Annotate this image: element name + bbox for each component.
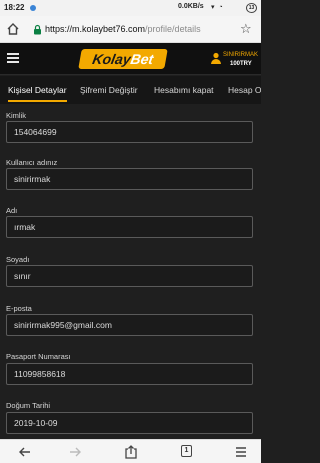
birth-date-field[interactable]: 2019-10-09 [6,412,253,434]
hamburger-menu-icon[interactable] [7,53,19,63]
home-icon[interactable] [6,22,20,36]
tab-account[interactable]: Hesap Ol [228,76,261,104]
last-name-field[interactable]: sınır [6,265,253,287]
tab-change-password[interactable]: Şifremi Değiştir [80,76,138,104]
field-label-passport: Pasaport Numarası [6,352,71,361]
logo-kolay: Kolay [91,51,133,67]
passport-field[interactable]: 11099858618 [6,363,253,385]
tab-close-account[interactable]: Hesabımı kapat [154,76,214,104]
profile-tabs: Kişisel Detaylar Şifremi Değiştir Hesabı… [0,76,261,104]
email-field[interactable]: sinirirmak995@gmail.com [6,314,253,336]
browser-url-bar: https://m.kolaybet76.com/profile/details… [0,16,261,43]
field-label-birth-date: Doğum Tarihi [6,401,51,410]
tabs-count-icon[interactable]: 1 [181,445,192,457]
logo-bet: Bet [129,51,155,67]
profile-details-form: Kimlik 154064699 Kullanıcı adınız siniri… [0,104,261,439]
signal-wifi-icon: ▾ ◔ [211,4,224,11]
user-icon[interactable] [210,52,222,64]
field-label-email: E-posta [6,304,32,313]
field-label-username: Kullanıcı adınız [6,158,58,167]
url-path: /profile/details [145,24,201,34]
status-time: 18:22 [4,3,25,12]
browser-bottom-nav: 1 [0,439,261,463]
battery-icon: 13 [246,3,257,13]
field-label-last-name: Soyadı [6,255,30,264]
username-field[interactable]: sinirirmak [6,168,253,190]
lock-icon [34,24,41,35]
url-host: https://m.kolaybet76.com [45,24,146,34]
field-label-id: Kimlik [6,111,26,120]
back-arrow-icon[interactable] [17,444,33,460]
user-name[interactable]: SINIRIRMAK [223,52,258,58]
forward-arrow-icon[interactable] [67,444,83,460]
id-field[interactable]: 154064699 [6,121,253,143]
share-icon[interactable] [123,444,139,460]
site-header: KolayBet SINIRIRMAK 100TRY [0,43,261,75]
bookmark-star-icon[interactable]: ☆ [240,21,252,37]
network-speed: 0.0KB/s [178,3,204,10]
notification-icon [30,5,36,11]
site-logo[interactable]: KolayBet [78,49,168,69]
field-label-first-name: Adı [6,206,18,215]
status-bar: 18:22 0.0KB/s ▾ ◔ 13 [0,0,261,16]
user-balance: 100TRY [230,61,252,67]
tab-personal-details[interactable]: Kişisel Detaylar [8,76,67,104]
url-field[interactable]: https://m.kolaybet76.com/profile/details [45,24,201,34]
first-name-field[interactable]: ırmak [6,216,253,238]
more-menu-icon[interactable] [233,444,249,460]
